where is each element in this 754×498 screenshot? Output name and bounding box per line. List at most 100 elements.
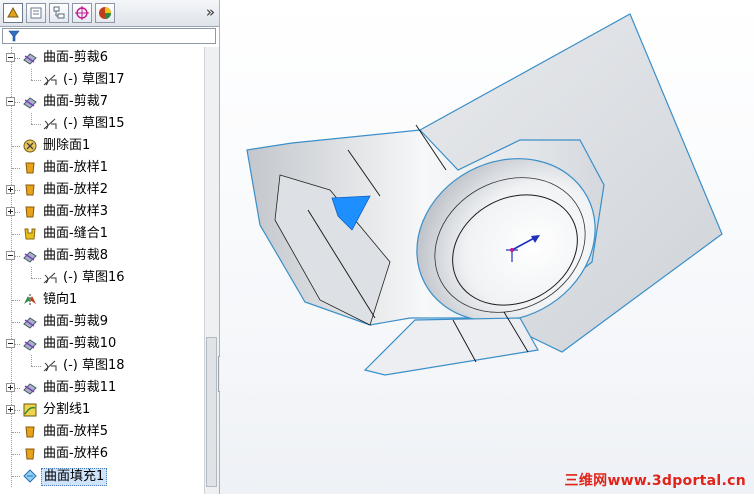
tree-item[interactable]: (-) 草图18: [0, 355, 204, 377]
surface-model: [246, 13, 723, 376]
mirror-icon: [22, 292, 38, 308]
tree-item[interactable]: 曲面-缝合1: [0, 223, 204, 245]
collapse-icon[interactable]: [6, 53, 15, 62]
feature-tree: 曲面-剪裁6 (-) 草图17 曲面-剪裁7 (-) 草图15 删除面1 曲面-放样1 曲面…: [0, 47, 204, 494]
tree-item-label: 曲面-放样3: [43, 204, 108, 219]
tree-item-label: 曲面-放样5: [43, 424, 108, 439]
tree-connector: [31, 355, 32, 366]
surface-loft-icon: [22, 446, 38, 462]
configuration-manager-tab-icon: [53, 6, 65, 19]
expand-icon[interactable]: [6, 207, 15, 216]
tree-item[interactable]: 镜向1: [0, 289, 204, 311]
tree-item[interactable]: 曲面-剪裁10: [0, 333, 204, 355]
display-manager-tab[interactable]: [95, 3, 115, 23]
surface-loft-icon: [22, 160, 38, 176]
expand-icon[interactable]: [6, 405, 15, 414]
tree-item-label: 曲面-放样2: [43, 182, 108, 197]
property-manager-tab[interactable]: [26, 3, 46, 23]
collapse-icon[interactable]: [6, 339, 15, 348]
tree-item-label: 镜向1: [43, 292, 78, 307]
split-line-icon: [22, 402, 38, 418]
tree-connector: [12, 234, 20, 235]
tree-item-label: 曲面-放样1: [43, 160, 108, 175]
tree-connector: [12, 322, 20, 323]
tree-item[interactable]: (-) 草图15: [0, 113, 204, 135]
surface-trim-icon: [22, 50, 38, 66]
surface-trim-icon: [22, 248, 38, 264]
surface-knit-icon: [22, 226, 38, 242]
tree-scrollbar[interactable]: [204, 47, 219, 494]
expand-icon[interactable]: [6, 185, 15, 194]
feature-manager-panel: » 曲面-剪裁6 (-) 草图17 曲面-剪裁7 (-) 草图15 删除面1 曲面-放样1…: [0, 0, 220, 494]
tree-connector: [31, 124, 41, 125]
tree-connector: [12, 432, 20, 433]
tree-item[interactable]: 曲面-放样6: [0, 443, 204, 465]
tree-item-label: 曲面-放样6: [43, 446, 108, 461]
feature-filter[interactable]: [2, 28, 216, 44]
tree-connector: [31, 267, 32, 278]
tree-item-label: (-) 草图17: [63, 72, 125, 87]
tree-connector: [12, 476, 20, 477]
tree-item[interactable]: (-) 草图17: [0, 69, 204, 91]
tree-item[interactable]: 曲面-剪裁9: [0, 311, 204, 333]
tree-item-label: 曲面填充1: [41, 468, 108, 486]
surface-trim-icon: [22, 314, 38, 330]
scrollbar-thumb[interactable]: [206, 337, 217, 487]
tree-item-label: 删除面1: [43, 138, 91, 153]
surface-fill-icon: [22, 468, 38, 484]
surface-loft-icon: [22, 424, 38, 440]
feature-manager-tab-icon: [7, 6, 19, 18]
tree-item-label: (-) 草图18: [63, 358, 125, 373]
tree-item[interactable]: 曲面-剪裁8: [0, 245, 204, 267]
property-manager-tab-icon: [30, 7, 42, 19]
expand-icon[interactable]: [6, 383, 15, 392]
sketch-icon: [42, 358, 58, 374]
collapse-icon[interactable]: [6, 251, 15, 260]
delete-face-icon: [22, 138, 38, 154]
sketch-icon: [42, 72, 58, 88]
surface-trim-icon: [22, 94, 38, 110]
surface-loft-icon: [22, 204, 38, 220]
tree-item-label: 曲面-剪裁8: [43, 248, 108, 263]
display-manager-tab-icon: [99, 7, 111, 19]
tree-item-label: 曲面-剪裁6: [43, 50, 108, 65]
graphics-area[interactable]: 三维网www.3dportal.cn: [220, 0, 754, 494]
collapse-icon[interactable]: [6, 97, 15, 106]
dimxpert-tab-icon: [75, 6, 89, 20]
tree-connector: [12, 168, 20, 169]
tree-item[interactable]: 分割线1: [0, 399, 204, 421]
configuration-manager-tab[interactable]: [49, 3, 69, 23]
more-tabs-button[interactable]: »: [206, 3, 215, 21]
tree-connector: [31, 278, 41, 279]
tree-item-label: 分割线1: [43, 402, 91, 417]
tree-item[interactable]: 删除面1: [0, 135, 204, 157]
feature-manager-tab[interactable]: [3, 3, 23, 23]
tree-item-label: (-) 草图16: [63, 270, 125, 285]
tree-item-label: 曲面-剪裁10: [43, 336, 117, 351]
dimxpert-tab[interactable]: [72, 3, 92, 23]
tree-item[interactable]: 曲面-放样3: [0, 201, 204, 223]
tree-item[interactable]: (-) 草图16: [0, 267, 204, 289]
tree-item[interactable]: 曲面-剪裁7: [0, 91, 204, 113]
tree-item[interactable]: 曲面-放样5: [0, 421, 204, 443]
tree-item-label: 曲面-剪裁11: [43, 380, 117, 395]
surface-loft-icon: [22, 182, 38, 198]
watermark-text: 三维网www.3dportal.cn: [564, 473, 746, 489]
tree-item[interactable]: 曲面-剪裁6: [0, 47, 204, 69]
tree-item[interactable]: 曲面-剪裁11: [0, 377, 204, 399]
surface-trim-icon: [22, 336, 38, 352]
tree-item-label: 曲面-剪裁9: [43, 314, 108, 329]
surface-trim-icon: [22, 380, 38, 396]
manager-tab-bar: »: [0, 0, 219, 27]
tree-connector: [31, 80, 41, 81]
lower-flange: [363, 317, 539, 376]
tree-item[interactable]: 曲面填充1: [0, 465, 204, 487]
sketch-icon: [42, 116, 58, 132]
tree-item[interactable]: 曲面-放样1: [0, 157, 204, 179]
tree-item[interactable]: 曲面-放样2: [0, 179, 204, 201]
tree-item-label: 曲面-缝合1: [43, 226, 108, 241]
sketch-icon: [42, 270, 58, 286]
tree-connector: [12, 300, 20, 301]
tree-item-label: 曲面-剪裁7: [43, 94, 108, 109]
filter-icon: [8, 30, 20, 42]
